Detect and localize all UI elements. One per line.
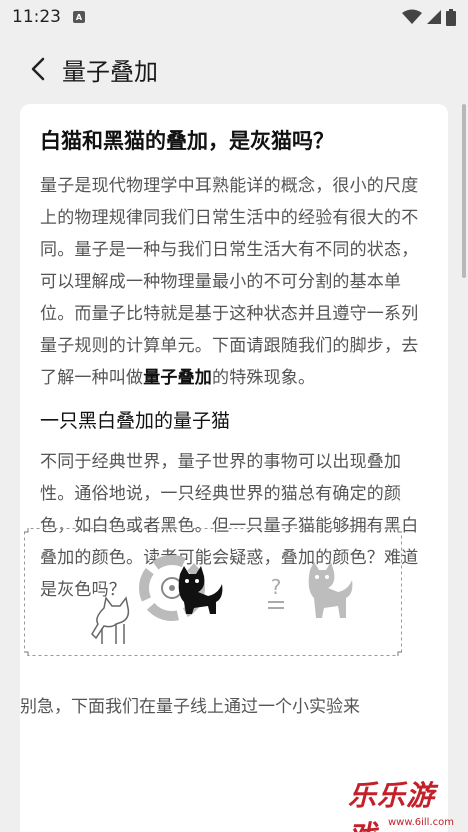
- intro-text: 量子是现代物理学中耳熟能详的概念，很小的尺度上的物理规律同我们日常生活中的经验有…: [40, 176, 419, 388]
- cat-illustration: ?: [21, 525, 405, 659]
- intro-paragraph: 量子是现代物理学中耳熟能详的概念，很小的尺度上的物理规律同我们日常生活中的经验有…: [40, 170, 428, 394]
- signal-icon: [427, 10, 441, 24]
- status-icons: [402, 8, 456, 26]
- watermark-logo: 乐乐游戏 www.6ill.com: [348, 772, 468, 832]
- section-title: 一只黑白叠加的量子猫: [40, 410, 231, 432]
- intro-text-end: 的特殊现象。: [212, 368, 316, 388]
- bold-term: 量子叠加: [143, 368, 213, 388]
- article-title: 白猫和黑猫的叠加，是灰猫吗？: [40, 129, 334, 153]
- article-card: 白猫和黑猫的叠加，是灰猫吗？ 量子是现代物理学中耳熟能详的概念，很小的尺度上的物…: [20, 104, 448, 832]
- white-cat-icon: [91, 596, 130, 644]
- corner-handle: [397, 651, 405, 659]
- black-cat-icon: [178, 566, 223, 614]
- app-header: 量子叠加: [0, 44, 468, 94]
- question-mark: ?: [271, 575, 282, 599]
- page-title: 量子叠加: [62, 57, 158, 86]
- notification-icon: A: [73, 11, 85, 23]
- scrollbar[interactable]: [462, 104, 466, 278]
- watermark-url: www.6ill.com: [387, 817, 454, 828]
- wifi-icon: [402, 9, 422, 24]
- battery-icon: [446, 8, 456, 26]
- corner-handle: [21, 525, 29, 533]
- corner-handle: [397, 525, 405, 533]
- continued-paragraph: 别急，下面我们在量子线上通过一个小实验来: [20, 697, 360, 717]
- corner-handle: [21, 651, 29, 659]
- gray-cat-icon: [308, 562, 353, 618]
- status-time: 11:23: [12, 7, 61, 27]
- back-arrow-icon[interactable]: [24, 55, 52, 83]
- status-bar: 11:23 A: [0, 0, 468, 34]
